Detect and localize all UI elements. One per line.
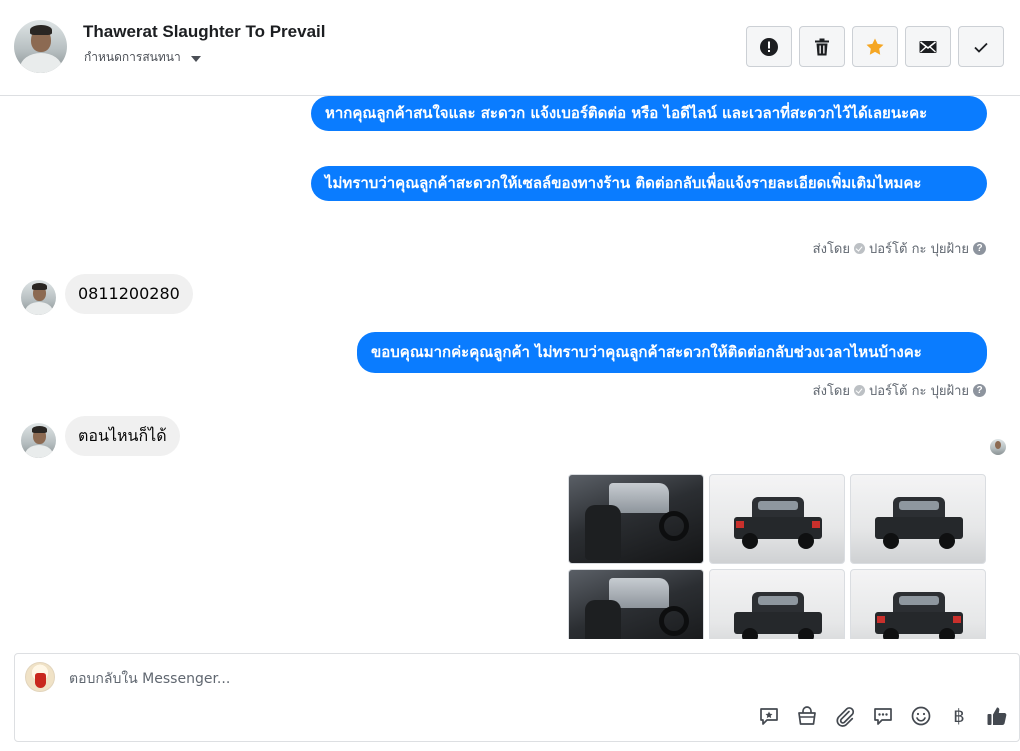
truck-front-photo[interactable]	[850, 474, 986, 564]
saved-reply-icon	[760, 708, 778, 725]
sender-name[interactable]: ปอร์โต้ กะ ปุยฝ้าย	[869, 380, 969, 401]
contact-avatar-small[interactable]	[21, 423, 56, 458]
contact-avatar[interactable]	[14, 20, 67, 73]
message-bubble-outgoing[interactable]: ขอบคุณมากค่ะคุณลูกค้า ไม่ทราบว่าคุณลูกค้…	[357, 332, 987, 373]
caret-down-icon	[190, 55, 201, 62]
message-thread[interactable]: หากคุณลูกค้าสนใจและ สะดวก แจ้งเบอร์ติดต่…	[0, 96, 1020, 639]
saved-reply-button[interactable]	[757, 704, 781, 728]
truck-rear-photo[interactable]	[850, 569, 986, 639]
mark-done-button[interactable]	[958, 26, 1004, 67]
payment-button[interactable]: ฿	[947, 704, 971, 728]
like-button[interactable]	[985, 704, 1009, 728]
message-bubble-outgoing[interactable]: หากคุณลูกค้าสนใจและ สะดวก แจ้งเบอร์ติดต่…	[311, 96, 987, 131]
star-icon	[866, 38, 884, 55]
conversation-actions	[746, 26, 1004, 67]
quick-reply-button[interactable]	[871, 704, 895, 728]
message-bubble-incoming[interactable]: ตอนไหนก็ได้	[65, 416, 180, 456]
page-avatar	[25, 662, 55, 692]
star-button[interactable]	[852, 26, 898, 67]
check-icon	[974, 42, 988, 53]
contact-name[interactable]: Thawerat Slaughter To Prevail	[83, 22, 325, 42]
message-bubble-incoming[interactable]: 0811200280	[65, 274, 193, 314]
sent-by-label: ส่งโดย	[812, 242, 850, 257]
attachment-icon	[836, 707, 855, 727]
message-bubble-outgoing[interactable]: ไม่ทราบว่าคุณลูกค้าสะดวกให้เซลล์ของทางร้…	[311, 166, 987, 201]
message-composer: ฿	[14, 653, 1020, 742]
assign-label: กำหนดการสนทนา	[84, 50, 181, 64]
sent-by-info: ส่งโดย ปอร์โต้ กะ ปุยฝ้าย ?	[813, 238, 986, 259]
truck-rear-photo[interactable]	[709, 474, 845, 564]
truck-side-photo[interactable]	[709, 569, 845, 639]
thumbs-up-icon	[987, 707, 1007, 725]
sent-by-label: ส่งโดย	[812, 384, 850, 399]
alert-circle-icon	[760, 37, 778, 56]
baht-icon: ฿	[953, 705, 965, 727]
shop-bag-icon	[798, 706, 816, 725]
attach-button[interactable]	[833, 704, 857, 728]
delete-button[interactable]	[799, 26, 845, 67]
photo-attachment-grid	[568, 474, 986, 639]
mark-spam-button[interactable]	[746, 26, 792, 67]
assign-conversation-dropdown[interactable]: กำหนดการสนทนา	[84, 48, 201, 67]
sent-check-icon	[854, 243, 865, 254]
envelope-icon	[919, 40, 937, 53]
seen-receipt-avatar	[990, 439, 1006, 455]
chat-bubble-icon	[874, 708, 892, 725]
contact-avatar-small[interactable]	[21, 280, 56, 315]
help-icon[interactable]: ?	[973, 242, 986, 255]
shop-button[interactable]	[795, 704, 819, 728]
emoji-button[interactable]	[909, 704, 933, 728]
car-interior-photo[interactable]	[568, 474, 704, 564]
reply-input[interactable]	[69, 668, 669, 690]
car-interior-photo[interactable]	[568, 569, 704, 639]
sender-name[interactable]: ปอร์โต้ กะ ปุยฝ้าย	[869, 238, 969, 259]
emoji-icon	[911, 706, 931, 726]
mark-unread-button[interactable]	[905, 26, 951, 67]
sent-check-icon	[854, 385, 865, 396]
composer-toolbar: ฿	[757, 704, 1009, 728]
conversation-header: Thawerat Slaughter To Prevail กำหนดการสน…	[0, 0, 1020, 96]
sent-by-info: ส่งโดย ปอร์โต้ กะ ปุยฝ้าย ?	[813, 380, 986, 401]
trash-icon	[815, 38, 829, 55]
inbox-conversation: Thawerat Slaughter To Prevail กำหนดการสน…	[0, 0, 1020, 751]
help-icon[interactable]: ?	[973, 384, 986, 397]
